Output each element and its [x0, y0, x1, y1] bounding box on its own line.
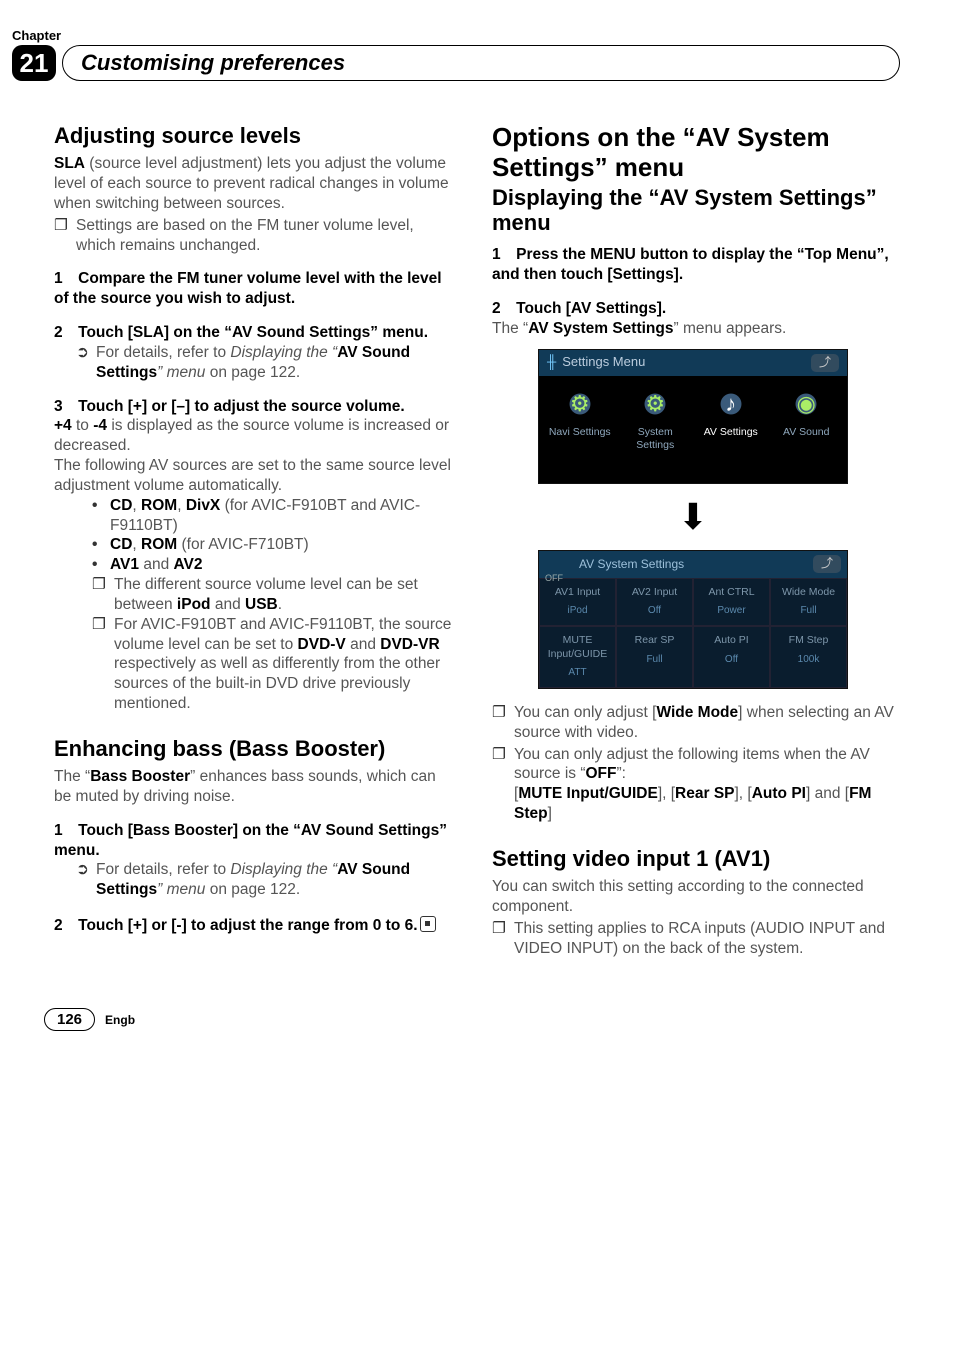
sla-range: +4 to -4 is displayed as the source volu…: [54, 416, 456, 456]
section-heading-av1: Setting video input 1 (AV1): [492, 846, 894, 871]
left-column: Adjusting source levels SLA (source leve…: [54, 123, 456, 958]
sla-step-2: 2 Touch [SLA] on the “AV Sound Settings”…: [54, 323, 456, 343]
back-button[interactable]: ⤴: [811, 354, 839, 372]
tile-system-settings[interactable]: ⚙System Settings: [621, 386, 691, 453]
bass-intro: The “Bass Booster” enhances bass sounds,…: [54, 767, 456, 807]
page-header: 21 Customising preferences: [12, 45, 900, 81]
down-arrow-icon: ⬇: [492, 494, 894, 540]
cell-rear-sp[interactable]: Rear SPFull: [616, 626, 693, 688]
square-bullet-icon: ❐: [492, 919, 506, 959]
section-heading-displaying: Displaying the “AV System Settings” menu: [492, 185, 894, 236]
ref-arrow-icon: ➲: [76, 860, 88, 900]
screenshot-av-system-settings: AV System Settings OFF ⤴ AV1 InputiPod A…: [538, 550, 848, 689]
chapter-number-badge: 21: [12, 45, 56, 81]
ref-arrow-icon: ➲: [76, 343, 88, 383]
square-bullet-icon: ❐: [92, 575, 106, 615]
off-label: OFF: [545, 573, 563, 585]
end-section-icon: [420, 916, 436, 932]
sla-note: ❐ Settings are based on the FM tuner vol…: [54, 216, 456, 256]
sla-follow: The following AV sources are set to the …: [54, 456, 456, 496]
chapter-label: Chapter: [12, 28, 900, 43]
avs-result: The “AV System Settings” menu appears.: [492, 319, 894, 339]
disc-bullet-icon: •: [92, 535, 100, 555]
sla-subnote-1: ❐ The different source volume level can …: [54, 575, 456, 615]
av1-note: ❐ This setting applies to RCA inputs (AU…: [492, 919, 894, 959]
section-heading-sla: Adjusting source levels: [54, 123, 456, 148]
sla-step-3: 3 Touch [+] or [–] to adjust the source …: [54, 397, 456, 417]
av1-intro: You can switch this setting according to…: [492, 877, 894, 917]
cell-wide-mode[interactable]: Wide ModeFull: [770, 578, 847, 626]
square-bullet-icon: ❐: [92, 615, 106, 714]
square-bullet-icon: ❐: [492, 703, 506, 743]
cell-mute-input[interactable]: MUTE Input/GUIDEATT: [539, 626, 616, 688]
cell-fm-step[interactable]: FM Step100k: [770, 626, 847, 688]
bass-ref: ➲ For details, refer to Displaying the “…: [54, 860, 456, 900]
tile-av-settings[interactable]: ♪AV Settings: [696, 386, 766, 453]
sla-subnote-2: ❐ For AVIC-F910BT and AVIC-F9110BT, the …: [54, 615, 456, 714]
gear-icon: ⚙: [637, 386, 673, 422]
language-code: Engb: [105, 1013, 135, 1027]
cell-ant-ctrl[interactable]: Ant CTRLPower: [693, 578, 770, 626]
avs-step-1: 1 Press the MENU button to display the “…: [492, 245, 894, 285]
sla-bullet-list: • CD, ROM, DivX (for AVIC-F910BT and AVI…: [54, 496, 456, 575]
note-off-items: ❐ You can only adjust the following item…: [492, 745, 894, 824]
disc-bullet-icon: •: [92, 555, 100, 575]
cell-auto-pi[interactable]: Auto PIOff: [693, 626, 770, 688]
bass-step-1: 1 Touch [Bass Booster] on the “AV Sound …: [54, 821, 456, 861]
wave-icon: ♪: [713, 386, 749, 422]
page-number: 126: [44, 1008, 95, 1031]
sla-ref: ➲ For details, refer to Displaying the “…: [54, 343, 456, 383]
page-footer: 126 Engb: [44, 1008, 900, 1031]
sound-icon: ◉: [788, 386, 824, 422]
navi-icon: ⚙: [562, 386, 598, 422]
section-heading-options: Options on the “AV System Settings” menu: [492, 123, 894, 183]
scr-titlebar: ╫ Settings Menu ⤴: [539, 350, 847, 376]
sla-intro: SLA (source level adjustment) lets you a…: [54, 154, 456, 213]
avs-step-2: 2 Touch [AV Settings].: [492, 299, 894, 319]
bass-step-2: 2 Touch [+] or [-] to adjust the range f…: [54, 914, 456, 936]
square-bullet-icon: ❐: [492, 745, 506, 824]
chapter-title: Customising preferences: [62, 45, 900, 81]
back-button[interactable]: ⤴: [813, 555, 841, 573]
sla-step-1: 1 Compare the FM tuner volume level with…: [54, 269, 456, 309]
disc-bullet-icon: •: [92, 496, 100, 536]
tile-av-sound[interactable]: ◉AV Sound: [772, 386, 842, 453]
note-wide-mode: ❐ You can only adjust [Wide Mode] when s…: [492, 703, 894, 743]
section-heading-bass: Enhancing bass (Bass Booster): [54, 736, 456, 761]
square-bullet-icon: ❐: [54, 216, 68, 256]
cell-av1-input[interactable]: AV1 InputiPod: [539, 578, 616, 626]
cell-av2-input[interactable]: AV2 InputOff: [616, 578, 693, 626]
slider-icon: ╫: [547, 354, 556, 371]
scr2-titlebar: AV System Settings OFF ⤴: [539, 551, 847, 578]
right-column: Options on the “AV System Settings” menu…: [492, 123, 894, 958]
tile-navi-settings[interactable]: ⚙Navi Settings: [545, 386, 615, 453]
screenshot-settings-menu: ╫ Settings Menu ⤴ ⚙Navi Settings ⚙System…: [538, 349, 848, 484]
av-settings-grid: AV1 InputiPod AV2 InputOff Ant CTRLPower…: [539, 578, 847, 688]
